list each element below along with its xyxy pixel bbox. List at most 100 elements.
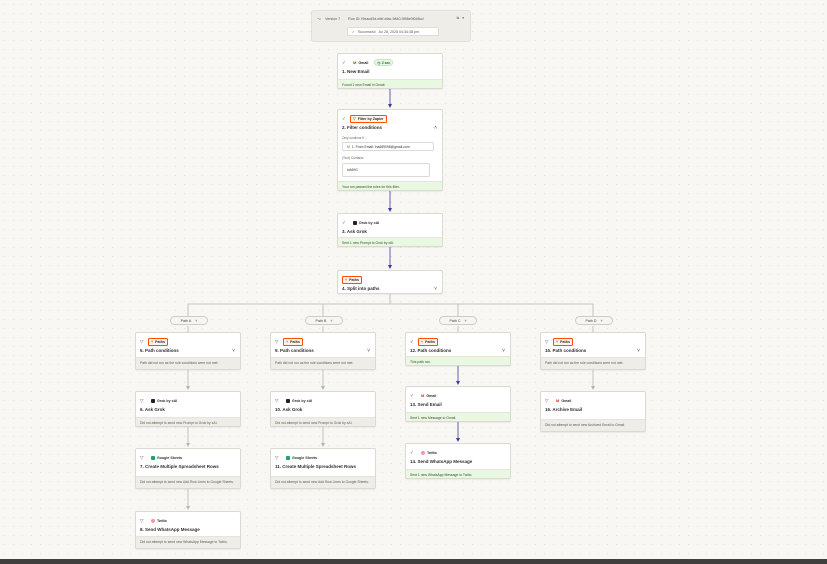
grok-icon [353,220,357,225]
expand-chevron-icon[interactable]: ˅ [502,348,505,354]
paths-icon: ⑂ [286,339,289,344]
step-status: This path ran. [406,356,510,365]
filter-condition-label: (Text) Contains [342,156,364,160]
step-card-2[interactable]: ✓ ▽ Filter by Zapier 2. Filter condition… [337,109,443,191]
filter-icon: ▽ [275,338,279,344]
path-label-text: Path A [180,318,192,323]
step-check-icon: ✓ [342,59,346,65]
run-status-pill: ✓ Successful Jul 28, 2025 04:34:38 pm [347,27,439,36]
step-card-11[interactable]: ▽ Google Sheets 11. Create Multiple Spre… [270,448,376,489]
step-status: Sent 1 new Prompt to Grok by xAI. [338,237,442,246]
filter-icon: ▽ [353,116,356,121]
gmail-icon: M [421,393,425,398]
copy-icon[interactable]: ⧉ [457,16,460,20]
twilio-icon: ◎ [151,517,155,523]
filter-condition-value[interactable]: tuMHG [342,163,430,177]
step-app-chip: ◎ Twilio [418,448,440,458]
step-app-chip: ▽ Filter by Zapier [350,114,387,123]
version-icon: ⌥ [317,17,322,21]
run-status: Successful [358,29,376,34]
step-app-chip: ⑂ Paths [553,337,573,346]
paths-icon: ⑂ [556,339,559,344]
path-label-a[interactable]: Path A ˅ [170,316,208,325]
collapse-chevron-icon[interactable]: ˄ [434,125,437,131]
step-card-9[interactable]: ▽ ⑂ Paths 9. Path conditions ˅ Path did … [270,332,376,370]
step-card-4[interactable]: ⑂ Paths 4. Split into paths ˅ [337,270,443,294]
step-app-label: Grok by xAI [157,398,178,403]
filter-icon: ▽ [275,397,279,403]
step-app-chip: M Gmail [350,58,371,67]
step-app-chip: M Gmail [553,396,574,405]
filter-icon: ▽ [140,338,144,344]
step-card-8[interactable]: ▽ ◎ Twilio 8. Send WhatsApp Message Did … [135,511,241,549]
filter-icon: ▽ [545,338,549,344]
step-app-label: Gmail [358,60,369,65]
step-app-chip: ⑂ Paths [342,275,362,284]
step-card-13[interactable]: ✓ M Gmail 13. Send Email Sent 1 new Mess… [405,386,511,422]
step-app-label: Paths [425,339,435,344]
step-card-6[interactable]: ▽ Grok by xAI 6. Ask Grok Did not attemp… [135,391,241,427]
expand-chevron-icon[interactable]: ˅ [434,286,437,292]
chevron-down-icon: ˅ [600,318,603,323]
step-app-label: Paths [290,339,300,344]
expand-chevron-icon[interactable]: ˅ [232,348,235,354]
step-app-label: Paths [560,339,570,344]
expand-chevron-icon[interactable]: ˅ [367,348,370,354]
gmail-icon: M [556,398,560,403]
gmail-icon: M [353,60,357,65]
path-label-text: Path B [315,318,327,323]
grok-icon [151,398,155,403]
step-status: Found 1 new Email in Gmail. [338,79,442,88]
step-status: Path did not run as the rule conditions … [271,357,375,369]
step-app-chip: Google Sheets [148,454,185,462]
filter-icon: ▽ [140,397,144,403]
branch-bus [187,303,594,316]
more-icon[interactable]: ▾ [462,16,464,20]
paths-icon: ⑂ [345,277,348,282]
expand-chevron-icon[interactable]: ˅ [637,348,640,354]
clock-icon: ◷ [377,60,381,65]
path-label-c[interactable]: Path C ˅ [439,316,477,325]
bottom-bar [0,559,827,564]
step-title: 7. Create Multiple Spreadsheet Rows [140,464,219,469]
filter-icon: ▽ [140,517,144,523]
run-id: Run ID: f9eacd3d-efdf-efac-9840-3f98e0f0… [348,17,424,21]
step-card-7[interactable]: ▽ Google Sheets 7. Create Multiple Sprea… [135,448,241,489]
filter-icon: ▽ [545,397,549,403]
step-card-10[interactable]: ▽ Grok by xAI 10. Ask Grok Did not attem… [270,391,376,427]
step-app-chip: Grok by xAI [148,397,180,405]
step-card-3[interactable]: ✓ Grok by xAI 3. Ask Grok Sent 1 new Pro… [337,213,443,247]
version-label: Version 7 [325,17,341,21]
step-card-5[interactable]: ▽ ⑂ Paths 5. Path conditions ˅ Path did … [135,332,241,370]
step-app-label: Gmail [561,398,572,403]
google-sheets-icon [151,455,155,460]
step-title: 5. Path conditions [140,348,179,353]
step-check-icon: ✓ [410,338,414,344]
step-app-label: Twilio [426,450,437,455]
step-card-16[interactable]: ▽ M Gmail 16. Archive Email Did not atte… [540,391,646,432]
step-card-1[interactable]: ✓ M Gmail ◷ 2 sec 1. New Email Found 1 n… [337,53,443,89]
step-card-14[interactable]: ✓ ◎ Twilio 14. Send WhatsApp Message Sen… [405,443,511,479]
filter-rule-label: Only continue if... [342,136,367,140]
step-status: Did not attempt to send new Add Row Line… [136,476,240,488]
filter-icon: ▽ [275,454,279,460]
step-card-12[interactable]: ✓ ⑂ Paths 12. Path conditions ˅ This pat… [405,332,511,366]
step-title: 6. Ask Grok [140,407,165,412]
path-label-d[interactable]: Path D ˅ [575,316,613,325]
chevron-down-icon: ˅ [464,318,467,323]
path-label-b[interactable]: Path B ˅ [305,316,343,325]
step-status: Did not attempt to send new Prompt to Gr… [271,417,375,426]
success-check-icon: ✓ [352,29,356,34]
step-title: 8. Send WhatsApp Message [140,527,200,532]
path-label-text: Path C [449,318,461,323]
gmail-icon: M [347,144,350,149]
step-status: Did not attempt to send new Prompt to Gr… [136,417,240,426]
step-status: Did not attempt to send new Add Row Line… [271,476,375,488]
step-app-label: Twilio [156,518,167,523]
step-app-chip: ⑂ Paths [283,337,303,346]
step-app-label: Grok by xAI [292,398,313,403]
step-check-icon: ✓ [342,219,346,225]
filter-field-value[interactable]: M 1. From Email: lna689098@gmail.com [342,142,434,151]
step-check-icon: ✓ [410,449,414,455]
step-card-15[interactable]: ▽ ⑂ Paths 15. Path conditions ˅ Path did… [540,332,646,370]
